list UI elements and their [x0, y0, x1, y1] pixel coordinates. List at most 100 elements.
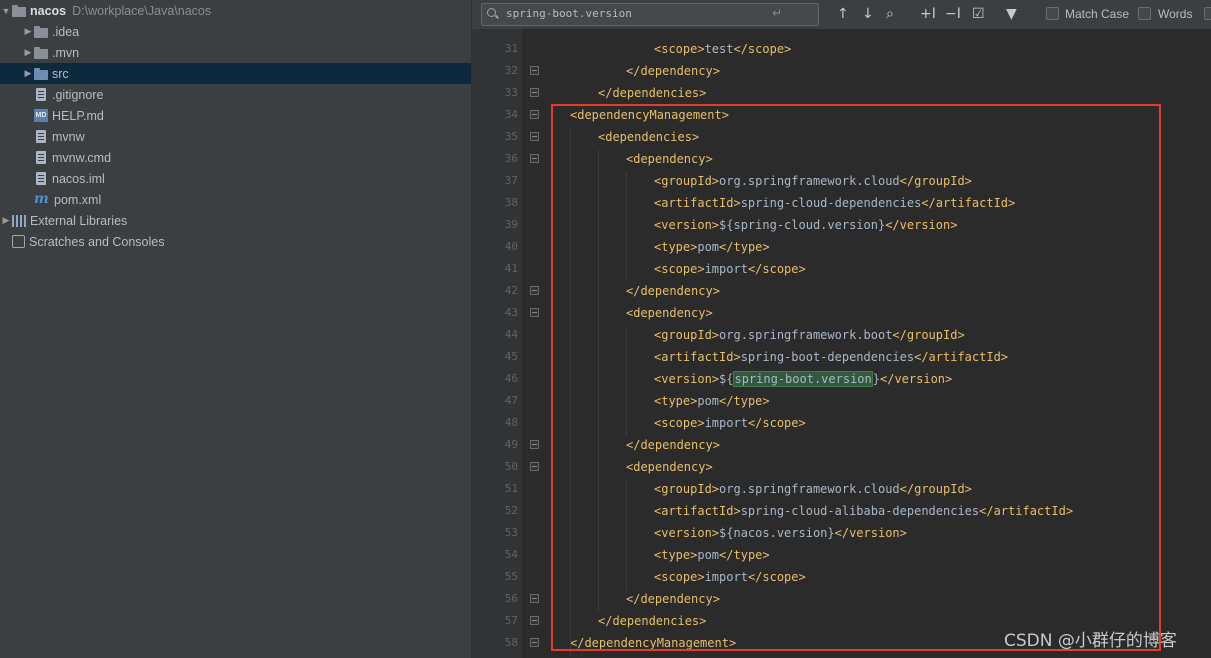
search-input[interactable]: spring-boot.version ↵: [481, 3, 819, 26]
fold-marker-icon[interactable]: [530, 110, 539, 119]
line-number: 31: [504, 42, 518, 55]
tree-item-label: nacos.iml: [52, 171, 105, 186]
scratches-label: Scratches and Consoles: [29, 234, 165, 249]
xml-tag: </dependency>: [626, 64, 720, 78]
fold-marker-icon[interactable]: [530, 154, 539, 163]
chevron-right-icon[interactable]: ▶: [0, 215, 12, 226]
line-number: 38: [504, 196, 518, 209]
fold-marker-icon[interactable]: [530, 638, 539, 647]
line-number: 52: [504, 504, 518, 517]
tree-item-label: .gitignore: [52, 87, 104, 102]
new-line-icon[interactable]: ↵: [772, 6, 782, 20]
line-number: 51: [504, 482, 518, 495]
fold-marker-icon[interactable]: [530, 462, 539, 471]
line-number: 42: [504, 284, 518, 297]
library-icon: [12, 214, 26, 227]
code-line: </dependency>: [626, 60, 720, 82]
tree-item[interactable]: ▶ .mvn: [0, 42, 471, 63]
fold-marker-icon[interactable]: [530, 132, 539, 141]
tree-item[interactable]: nacos.iml: [0, 168, 471, 189]
folder-icon: [12, 4, 26, 17]
code-line: <scope>test</scope>: [654, 38, 791, 60]
tree-item[interactable]: m pom.xml: [0, 189, 471, 210]
tree-item-label: src: [52, 66, 69, 81]
tree-item[interactable]: mvnw: [0, 126, 471, 147]
xml-tag: </dependencies>: [598, 86, 707, 100]
line-number: 47: [504, 394, 518, 407]
chevron-right-icon[interactable]: ▶: [22, 68, 34, 79]
search-query: spring-boot.version: [506, 7, 632, 20]
regex-checkbox[interactable]: [1204, 7, 1211, 20]
search-icon: [487, 8, 496, 17]
maven-icon: m: [34, 191, 49, 207]
select-all-occurrences-icon[interactable]: ☑: [972, 4, 985, 24]
line-number: 34: [504, 108, 518, 121]
line-number: 39: [504, 218, 518, 231]
line-number: 49: [504, 438, 518, 451]
tree-item-label: mvnw.cmd: [52, 150, 112, 165]
watermark: CSDN @小群仔的博客: [1004, 631, 1177, 651]
highlight-rectangle: [551, 104, 1161, 651]
xml-tag: </scope>: [733, 42, 792, 56]
chevron-down-icon[interactable]: ▼: [0, 6, 12, 16]
file-icon: [36, 130, 46, 143]
match-case-checkbox[interactable]: [1046, 7, 1059, 20]
line-number: 33: [504, 86, 518, 99]
tree-item-label: .mvn: [52, 45, 80, 60]
root-path: D:\workplace\Java\nacos: [72, 3, 212, 18]
line-number: 50: [504, 460, 518, 473]
words-checkbox[interactable]: [1138, 7, 1151, 20]
fold-marker-icon[interactable]: [530, 66, 539, 75]
tree-item[interactable]: ▶ src: [0, 63, 471, 84]
line-number: 56: [504, 592, 518, 605]
fold-marker-icon[interactable]: [530, 616, 539, 625]
fold-marker-icon[interactable]: [530, 88, 539, 97]
remove-occurrence-icon[interactable]: −I: [945, 4, 961, 24]
line-number: 46: [504, 372, 518, 385]
tree-root-nacos[interactable]: ▼ nacos D:\workplace\Java\nacos: [0, 0, 471, 21]
line-number: 48: [504, 416, 518, 429]
markdown-file-icon: MD: [34, 109, 48, 122]
line-number: 57: [504, 614, 518, 627]
tree-external-libraries[interactable]: ▶ External Libraries: [0, 210, 471, 231]
chevron-right-icon[interactable]: ▶: [22, 26, 34, 37]
line-number: 43: [504, 306, 518, 319]
line-number: 41: [504, 262, 518, 275]
filter-icon[interactable]: ▼: [1006, 4, 1017, 24]
chevron-right-icon[interactable]: ▶: [22, 47, 34, 58]
tree-item-label: HELP.md: [52, 108, 104, 123]
tree-item[interactable]: .gitignore: [0, 84, 471, 105]
match-case-label: Match Case: [1065, 7, 1130, 21]
file-icon: [36, 88, 46, 101]
file-icon: [36, 151, 46, 164]
folder-icon: [34, 25, 48, 38]
arrow-up-icon[interactable]: ↑: [837, 4, 849, 24]
fold-marker-icon[interactable]: [530, 440, 539, 449]
folder-icon: [34, 46, 48, 59]
line-number: 35: [504, 130, 518, 143]
add-occurrence-icon[interactable]: +I: [920, 4, 936, 24]
line-number: 32: [504, 64, 518, 77]
line-number: 54: [504, 548, 518, 561]
scratches-icon: [12, 235, 25, 248]
fold-marker-icon[interactable]: [530, 286, 539, 295]
words-label: Words: [1158, 7, 1193, 21]
fold-marker-icon[interactable]: [530, 308, 539, 317]
tree-item-label: .idea: [52, 24, 80, 39]
arrow-down-icon[interactable]: ↓: [862, 4, 874, 24]
find-all-icon[interactable]: ⌕: [886, 4, 894, 24]
line-number: 36: [504, 152, 518, 165]
source-folder-icon: [34, 67, 48, 80]
tree-item[interactable]: mvnw.cmd: [0, 147, 471, 168]
tree-item[interactable]: MD HELP.md: [0, 105, 471, 126]
line-number: 55: [504, 570, 518, 583]
xml-tag: <scope>: [654, 42, 705, 56]
project-tool-window: ▼ nacos D:\workplace\Java\nacos ▶ Extern…: [0, 0, 472, 658]
tree-item-label: pom.xml: [54, 192, 102, 207]
line-number: 44: [504, 328, 518, 341]
fold-marker-icon[interactable]: [530, 594, 539, 603]
tree-scratches[interactable]: Scratches and Consoles: [0, 231, 471, 252]
find-bar: spring-boot.version ↵ ↑ ↓ ⌕ +I −I ☑ ▼ Ma…: [472, 0, 1211, 30]
code-line: </dependencies>: [598, 82, 706, 104]
tree-item[interactable]: ▶ .idea: [0, 21, 471, 42]
